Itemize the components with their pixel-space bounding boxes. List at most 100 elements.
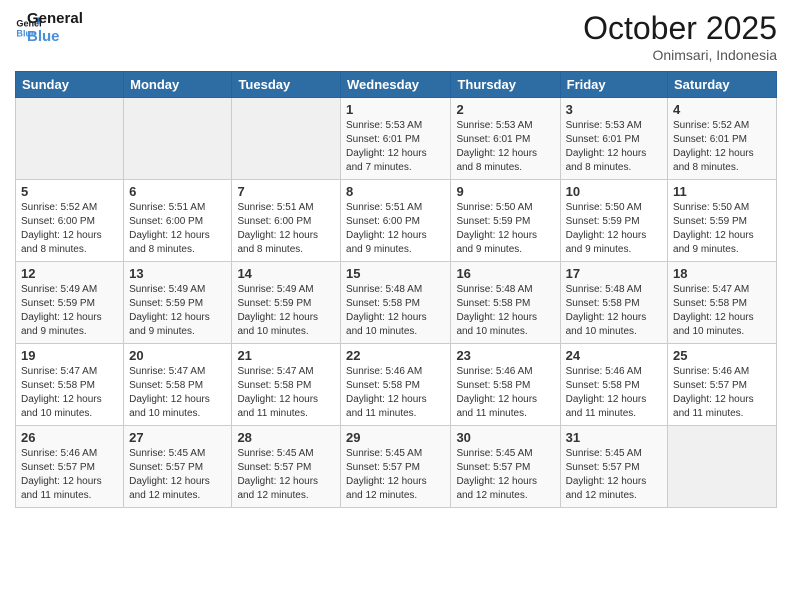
day-number: 30 [456,430,554,445]
day-number: 17 [566,266,662,281]
calendar-cell-w4-d5: 23 Sunrise: 5:46 AM Sunset: 5:58 PM Dayli… [451,344,560,426]
col-tuesday: Tuesday [232,72,341,98]
col-friday: Friday [560,72,667,98]
day-info: Sunrise: 5:51 AM Sunset: 6:00 PM Dayligh… [129,201,226,257]
calendar-header-row: Sunday Monday Tuesday Wednesday Thursday… [16,72,777,98]
day-number: 9 [456,184,554,199]
calendar-cell-w3-d5: 16 Sunrise: 5:48 AM Sunset: 5:58 PM Dayli… [451,262,560,344]
calendar-cell-w5-d7 [668,426,777,508]
calendar-cell-w1-d3 [232,98,341,180]
day-info: Sunrise: 5:46 AM Sunset: 5:58 PM Dayligh… [346,365,445,421]
calendar-cell-w5-d2: 27 Sunrise: 5:45 AM Sunset: 5:57 PM Dayli… [124,426,232,508]
day-number: 8 [346,184,445,199]
day-number: 27 [129,430,226,445]
day-number: 20 [129,348,226,363]
calendar-cell-w4-d6: 24 Sunrise: 5:46 AM Sunset: 5:58 PM Dayli… [560,344,667,426]
logo-blue: Blue [27,28,83,46]
day-number: 22 [346,348,445,363]
day-number: 7 [237,184,335,199]
col-saturday: Saturday [668,72,777,98]
day-number: 29 [346,430,445,445]
day-info: Sunrise: 5:51 AM Sunset: 6:00 PM Dayligh… [346,201,445,257]
day-number: 11 [673,184,771,199]
day-info: Sunrise: 5:50 AM Sunset: 5:59 PM Dayligh… [566,201,662,257]
day-number: 28 [237,430,335,445]
day-number: 6 [129,184,226,199]
calendar-cell-w5-d6: 31Sunrise: 5:45 AM Sunset: 5:57 PM Dayli… [560,426,667,508]
day-info: Sunrise: 5:46 AM Sunset: 5:57 PM Dayligh… [21,447,118,503]
calendar-week-2: 5 Sunrise: 5:52 AM Sunset: 6:00 PM Daylig… [16,180,777,262]
calendar-cell-w1-d7: 4 Sunrise: 5:52 AM Sunset: 6:01 PM Daylig… [668,98,777,180]
day-number: 12 [21,266,118,281]
day-info: Sunrise: 5:50 AM Sunset: 5:59 PM Dayligh… [456,201,554,257]
calendar-cell-w2-d5: 9 Sunrise: 5:50 AM Sunset: 5:59 PM Daylig… [451,180,560,262]
day-number: 19 [21,348,118,363]
day-info: Sunrise: 5:50 AM Sunset: 5:59 PM Dayligh… [673,201,771,257]
day-number: 3 [566,102,662,117]
calendar-cell-w4-d1: 19 Sunrise: 5:47 AM Sunset: 5:58 PM Dayli… [16,344,124,426]
day-info: Sunrise: 5:53 AM Sunset: 6:01 PM Dayligh… [346,119,445,175]
day-info: Sunrise: 5:48 AM Sunset: 5:58 PM Dayligh… [456,283,554,339]
day-info: Sunrise: 5:47 AM Sunset: 5:58 PM Dayligh… [21,365,118,421]
day-info: Sunrise: 5:46 AM Sunset: 5:58 PM Dayligh… [566,365,662,421]
calendar-week-5: 26Sunrise: 5:46 AM Sunset: 5:57 PM Dayli… [16,426,777,508]
calendar-cell-w3-d7: 18Sunrise: 5:47 AM Sunset: 5:58 PM Dayli… [668,262,777,344]
day-info: Sunrise: 5:45 AM Sunset: 5:57 PM Dayligh… [346,447,445,503]
day-info: Sunrise: 5:46 AM Sunset: 5:57 PM Dayligh… [673,365,771,421]
calendar-cell-w4-d7: 25 Sunrise: 5:46 AM Sunset: 5:57 PM Dayli… [668,344,777,426]
col-wednesday: Wednesday [341,72,451,98]
day-number: 25 [673,348,771,363]
day-info: Sunrise: 5:45 AM Sunset: 5:57 PM Dayligh… [456,447,554,503]
calendar-cell-w2-d6: 10Sunrise: 5:50 AM Sunset: 5:59 PM Dayli… [560,180,667,262]
day-number: 2 [456,102,554,117]
logo-general: General [27,10,83,28]
calendar-cell-w3-d3: 14 Sunrise: 5:49 AM Sunset: 5:59 PM Dayli… [232,262,341,344]
day-number: 5 [21,184,118,199]
calendar-cell-w1-d4: 1 Sunrise: 5:53 AM Sunset: 6:01 PM Daylig… [341,98,451,180]
calendar-table: Sunday Monday Tuesday Wednesday Thursday… [15,71,777,508]
col-thursday: Thursday [451,72,560,98]
day-info: Sunrise: 5:48 AM Sunset: 5:58 PM Dayligh… [346,283,445,339]
calendar-cell-w2-d4: 8 Sunrise: 5:51 AM Sunset: 6:00 PM Daylig… [341,180,451,262]
day-number: 14 [237,266,335,281]
day-info: Sunrise: 5:45 AM Sunset: 5:57 PM Dayligh… [129,447,226,503]
day-number: 23 [456,348,554,363]
calendar-week-3: 12 Sunrise: 5:49 AM Sunset: 5:59 PM Dayli… [16,262,777,344]
day-number: 24 [566,348,662,363]
header: General Blue General Blue October 2025 O… [15,10,777,63]
day-info: Sunrise: 5:46 AM Sunset: 5:58 PM Dayligh… [456,365,554,421]
location: Onimsari, Indonesia [583,47,777,63]
calendar-cell-w5-d3: 28 Sunrise: 5:45 AM Sunset: 5:57 PM Dayli… [232,426,341,508]
day-info: Sunrise: 5:51 AM Sunset: 6:00 PM Dayligh… [237,201,335,257]
day-info: Sunrise: 5:52 AM Sunset: 6:01 PM Dayligh… [673,119,771,175]
calendar-cell-w5-d1: 26Sunrise: 5:46 AM Sunset: 5:57 PM Dayli… [16,426,124,508]
logo: General Blue General Blue [15,10,83,46]
day-info: Sunrise: 5:53 AM Sunset: 6:01 PM Dayligh… [456,119,554,175]
day-info: Sunrise: 5:52 AM Sunset: 6:00 PM Dayligh… [21,201,118,257]
calendar-cell-w3-d4: 15Sunrise: 5:48 AM Sunset: 5:58 PM Dayli… [341,262,451,344]
day-number: 13 [129,266,226,281]
calendar-cell-w2-d1: 5 Sunrise: 5:52 AM Sunset: 6:00 PM Daylig… [16,180,124,262]
day-number: 21 [237,348,335,363]
calendar-week-4: 19 Sunrise: 5:47 AM Sunset: 5:58 PM Dayli… [16,344,777,426]
calendar-cell-w4-d2: 20Sunrise: 5:47 AM Sunset: 5:58 PM Dayli… [124,344,232,426]
col-sunday: Sunday [16,72,124,98]
day-number: 4 [673,102,771,117]
page: General Blue General Blue October 2025 O… [0,0,792,612]
calendar-cell-w2-d3: 7 Sunrise: 5:51 AM Sunset: 6:00 PM Daylig… [232,180,341,262]
day-info: Sunrise: 5:45 AM Sunset: 5:57 PM Dayligh… [237,447,335,503]
calendar-cell-w4-d4: 22 Sunrise: 5:46 AM Sunset: 5:58 PM Dayli… [341,344,451,426]
day-info: Sunrise: 5:45 AM Sunset: 5:57 PM Dayligh… [566,447,662,503]
day-info: Sunrise: 5:49 AM Sunset: 5:59 PM Dayligh… [237,283,335,339]
calendar-cell-w1-d5: 2 Sunrise: 5:53 AM Sunset: 6:01 PM Daylig… [451,98,560,180]
calendar-cell-w1-d2 [124,98,232,180]
calendar-cell-w1-d1 [16,98,124,180]
title-block: October 2025 Onimsari, Indonesia [583,10,777,63]
calendar-cell-w3-d1: 12Sunrise: 5:49 AM Sunset: 5:59 PM Dayli… [16,262,124,344]
calendar-cell-w5-d4: 29 Sunrise: 5:45 AM Sunset: 5:57 PM Dayli… [341,426,451,508]
calendar-cell-w1-d6: 3Sunrise: 5:53 AM Sunset: 6:01 PM Daylig… [560,98,667,180]
day-number: 1 [346,102,445,117]
day-number: 16 [456,266,554,281]
calendar-cell-w4-d3: 21Sunrise: 5:47 AM Sunset: 5:58 PM Dayli… [232,344,341,426]
day-info: Sunrise: 5:47 AM Sunset: 5:58 PM Dayligh… [673,283,771,339]
